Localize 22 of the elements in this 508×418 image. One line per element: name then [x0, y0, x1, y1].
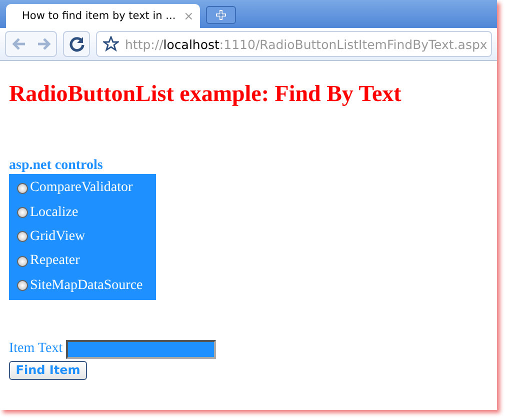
- browser-tab[interactable]: How to find item by text in ... ×: [6, 4, 200, 28]
- plus-icon: [215, 9, 227, 21]
- address-bar[interactable]: http://localhost:1110/RadioButtonListItemFindByText.aspx: [96, 31, 492, 57]
- new-tab-button[interactable]: [206, 6, 236, 24]
- page-heading: RadioButtonList example: Find By Text: [9, 81, 402, 107]
- radio-option[interactable]: Localize: [9, 200, 156, 225]
- field-label: Item Text: [9, 341, 63, 358]
- url-text: http://localhost:1110/RadioButtonListItemFindByText.aspx: [125, 36, 488, 52]
- list-label: asp.net controls: [9, 158, 104, 174]
- close-icon[interactable]: ×: [182, 9, 196, 23]
- reload-button[interactable]: [63, 31, 90, 57]
- radio-option[interactable]: Repeater: [9, 249, 156, 274]
- reload-icon: [68, 36, 84, 52]
- radio-option[interactable]: SiteMapDataSource: [9, 274, 156, 298]
- radio-option[interactable]: GridView: [9, 224, 156, 250]
- find-item-button[interactable]: Find Item: [9, 360, 87, 380]
- forward-arrow-icon: [36, 38, 50, 50]
- radio-option[interactable]: CompareValidator: [9, 176, 156, 200]
- star-icon[interactable]: [103, 36, 119, 52]
- item-text-field[interactable]: [66, 340, 216, 359]
- tab-title: How to find item by text in ...: [22, 10, 176, 22]
- back-arrow-icon: [12, 38, 26, 50]
